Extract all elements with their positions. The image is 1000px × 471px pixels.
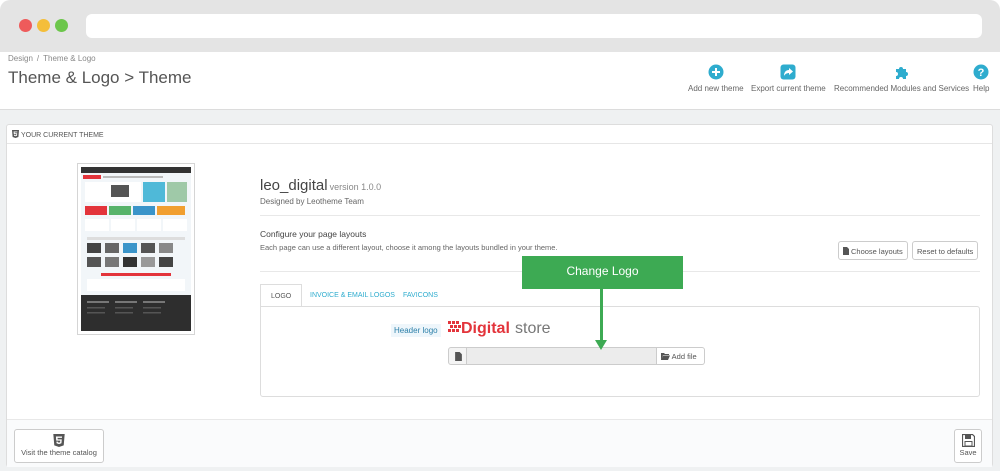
configure-layouts-description: Each page can use a different layout, ch… — [260, 243, 558, 252]
choose-layouts-label: Choose layouts — [851, 247, 903, 256]
digitalstore-logo: Digital store — [448, 320, 551, 337]
file-icon — [455, 352, 462, 361]
breadcrumb: Design / Theme & Logo — [8, 54, 96, 63]
html5-icon — [12, 130, 19, 138]
svg-text:?: ? — [978, 67, 985, 79]
change-logo-callout: Change Logo — [522, 256, 683, 289]
html5-icon — [53, 434, 65, 447]
share-icon — [780, 64, 796, 80]
page-header: Design / Theme & Logo Theme & Logo > Theme… — [0, 52, 1000, 110]
logo-word-light: store — [515, 320, 551, 337]
logo-word-bold: Digital — [461, 320, 510, 337]
file-name-input[interactable] — [467, 347, 657, 365]
file-icon — [843, 247, 849, 255]
file-type-button[interactable] — [448, 347, 467, 365]
add-new-theme-button[interactable]: Add new theme — [688, 64, 744, 93]
folder-open-icon — [661, 353, 670, 360]
header-logo-label: Header logo — [391, 324, 441, 337]
configure-layouts-title: Configure your page layouts — [260, 229, 367, 239]
reset-defaults-button[interactable]: Reset to defaults — [912, 241, 979, 260]
breadcrumb-root[interactable]: Design — [8, 54, 33, 63]
add-new-theme-label: Add new theme — [688, 84, 744, 93]
help-button[interactable]: ? Help — [973, 64, 989, 93]
breadcrumb-current: Theme & Logo — [43, 54, 96, 63]
save-button[interactable]: Save — [954, 429, 982, 463]
theme-name: leo_digital version 1.0.0 — [260, 177, 381, 194]
callout-arrow-line — [600, 289, 603, 343]
add-file-button[interactable]: Add file — [657, 347, 705, 365]
help-label: Help — [973, 84, 990, 93]
visit-catalog-label: Visit the theme catalog — [21, 448, 97, 457]
theme-version: version 1.0.0 — [329, 182, 382, 192]
theme-name-text: leo_digital — [260, 177, 328, 194]
callout-arrow-head — [595, 340, 607, 350]
address-bar[interactable] — [86, 14, 982, 38]
recommended-modules-button[interactable]: Recommended Modules and Services — [834, 64, 969, 93]
page-title: Theme & Logo > Theme — [8, 68, 192, 87]
window-close-dot[interactable] — [19, 19, 32, 32]
divider — [260, 215, 980, 216]
panel-heading: YOUR CURRENT THEME — [7, 125, 992, 144]
theme-preview-thumbnail — [77, 163, 195, 335]
floppy-disk-icon — [961, 434, 975, 447]
tab-favicons[interactable]: FAVICONS — [393, 284, 448, 307]
export-theme-button[interactable]: Export current theme — [751, 64, 826, 93]
visit-catalog-button[interactable]: Visit the theme catalog — [14, 429, 104, 463]
recommended-modules-label: Recommended Modules and Services — [834, 84, 970, 93]
theme-preview-image — [81, 167, 191, 331]
choose-layouts-button[interactable]: Choose layouts — [838, 241, 908, 260]
tab-logo[interactable]: LOGO — [260, 284, 303, 307]
question-circle-icon: ? — [973, 64, 989, 80]
plus-circle-icon — [708, 64, 724, 80]
puzzle-icon — [895, 67, 908, 79]
window-maximize-dot[interactable] — [55, 19, 68, 32]
theme-author: Designed by Leotheme Team — [260, 197, 364, 206]
window-minimize-dot[interactable] — [37, 19, 50, 32]
logo-file-upload: Add file — [448, 347, 705, 365]
panel-heading-text: YOUR CURRENT THEME — [21, 132, 104, 139]
save-label: Save — [959, 448, 977, 457]
breadcrumb-separator: / — [36, 54, 40, 63]
add-file-label: Add file — [671, 352, 697, 361]
current-theme-panel: YOUR CURRENT THEME leo_digital version 1… — [6, 124, 993, 467]
panel-footer: Visit the theme catalog Save — [7, 419, 992, 467]
tab-invoice-email-logos[interactable]: INVOICE & EMAIL LOGOS — [300, 284, 405, 307]
browser-chrome — [0, 0, 1000, 52]
reset-defaults-label: Reset to defaults — [917, 247, 974, 256]
admin-page: Design / Theme & Logo Theme & Logo > Theme… — [0, 52, 1000, 471]
export-theme-label: Export current theme — [751, 84, 826, 93]
